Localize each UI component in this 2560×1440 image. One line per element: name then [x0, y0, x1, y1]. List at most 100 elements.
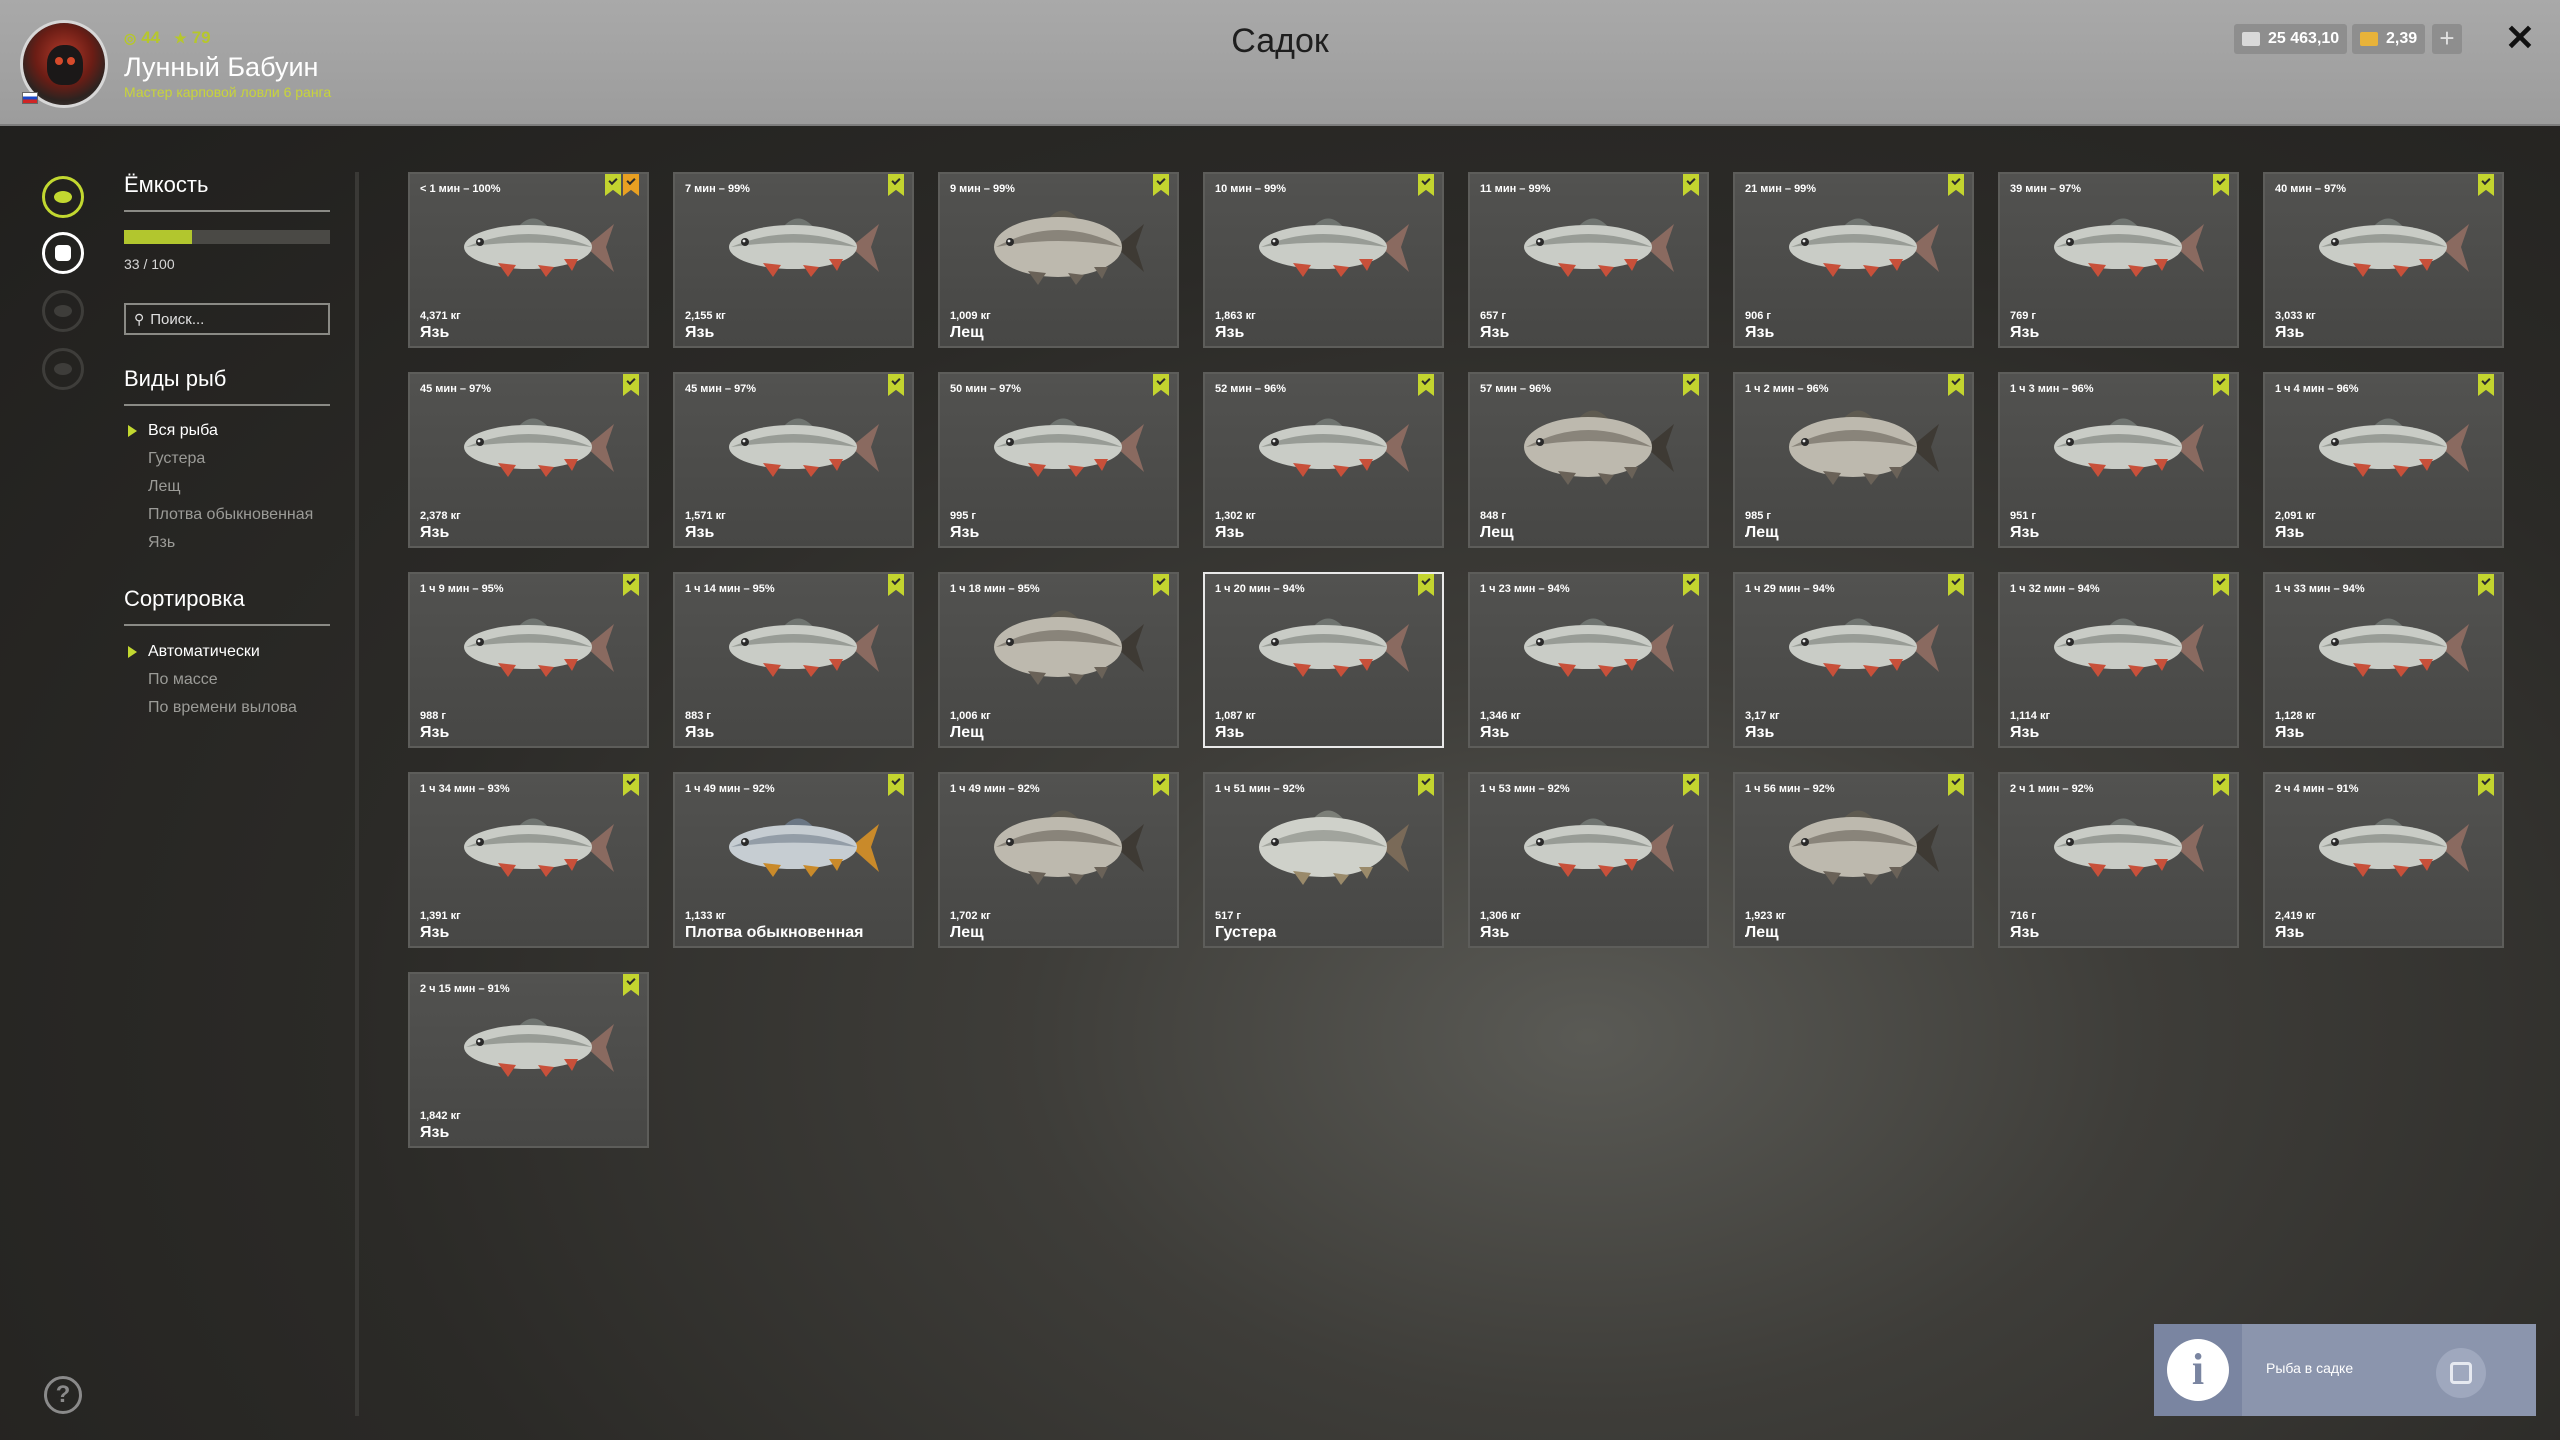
keep-flag-icon[interactable]	[1153, 774, 1169, 796]
fish-card[interactable]: 1 ч 23 мин – 94% 1,346 кг Язь	[1468, 572, 1709, 748]
keep-flag-icon[interactable]	[2478, 574, 2494, 596]
fish-card[interactable]: 39 мин – 97% 769 г Язь	[1998, 172, 2239, 348]
catch-time: 1 ч 2 мин – 96%	[1745, 383, 1829, 395]
fish-card[interactable]: 10 мин – 99% 1,863 кг Язь	[1203, 172, 1444, 348]
keep-flag-icon[interactable]	[623, 774, 639, 796]
keep-flag-icon[interactable]	[1418, 574, 1434, 596]
keep-flag-icon[interactable]	[1683, 574, 1699, 596]
fish-card[interactable]: 1 ч 14 мин – 95% 883 г Язь	[673, 572, 914, 748]
fish-card[interactable]: 1 ч 2 мин – 96% 985 г Лещ	[1733, 372, 1974, 548]
fish-image	[729, 218, 879, 277]
capacity-count: 33 / 100	[124, 256, 175, 272]
species-filter-gustera[interactable]: Густера	[128, 445, 313, 473]
fish-card[interactable]: 2 ч 15 мин – 91% 1,842 кг Язь	[408, 972, 649, 1148]
keep-flag-icon[interactable]	[2478, 174, 2494, 196]
fish-card[interactable]: 1 ч 18 мин – 95% 1,006 кг Лещ	[938, 572, 1179, 748]
keep-flag-icon[interactable]	[2213, 374, 2229, 396]
keep-flag-icon[interactable]	[1418, 774, 1434, 796]
fish-card[interactable]: 1 ч 51 мин – 92% 517 г Густера	[1203, 772, 1444, 948]
trophy-flag-icon[interactable]	[623, 174, 639, 196]
fish-species: Язь	[2010, 724, 2040, 741]
keep-flag-icon[interactable]	[1418, 174, 1434, 196]
page-title: Садок	[1231, 22, 1329, 60]
species-filter-all[interactable]: Вся рыба	[128, 417, 313, 445]
fish-weight: 906 г	[1745, 310, 1771, 322]
species-filter-yaz[interactable]: Язь	[128, 529, 313, 557]
fish-card[interactable]: 1 ч 49 мин – 92% 1,133 кг Плотва обыкнов…	[673, 772, 914, 948]
keep-flag-icon[interactable]	[888, 174, 904, 196]
fish-card[interactable]: 45 мин – 97% 1,571 кг Язь	[673, 372, 914, 548]
fish-card[interactable]: 1 ч 56 мин – 92% 1,923 кг Лещ	[1733, 772, 1974, 948]
keep-flag-icon[interactable]	[1153, 574, 1169, 596]
fish-species: Язь	[420, 324, 450, 341]
fish-card[interactable]: 50 мин – 97% 995 г Язь	[938, 372, 1179, 548]
keep-flag-icon[interactable]	[1948, 374, 1964, 396]
fish-card[interactable]: 40 мин – 97% 3,033 кг Язь	[2263, 172, 2504, 348]
keep-flag-icon[interactable]	[2213, 574, 2229, 596]
keep-flag-icon[interactable]	[888, 574, 904, 596]
keep-flag-icon[interactable]	[2213, 174, 2229, 196]
notification[interactable]: i Рыба в садке	[2154, 1324, 2536, 1416]
fish-card[interactable]: 1 ч 9 мин – 95% 988 г Язь	[408, 572, 649, 748]
fish-card[interactable]: < 1 мин – 100% 4,371 кг Язь	[408, 172, 649, 348]
search-input[interactable]	[150, 310, 321, 328]
add-gold-button[interactable]: +	[2432, 24, 2462, 54]
fish-weight: 995 г	[950, 510, 976, 522]
sort-by-weight[interactable]: По массе	[128, 666, 297, 694]
fish-card[interactable]: 1 ч 32 мин – 94% 1,114 кг Язь	[1998, 572, 2239, 748]
fish-card[interactable]: 1 ч 3 мин – 96% 951 г Язь	[1998, 372, 2239, 548]
keep-flag-icon[interactable]	[2478, 774, 2494, 796]
fish-card[interactable]: 1 ч 33 мин – 94% 1,128 кг Язь	[2263, 572, 2504, 748]
keepnet-tab-icon[interactable]	[42, 232, 84, 274]
home-tab-icon[interactable]	[42, 348, 84, 390]
keep-flag-icon[interactable]	[1683, 774, 1699, 796]
species-filter-leshch[interactable]: Лещ	[128, 473, 313, 501]
keep-flag-icon[interactable]	[888, 374, 904, 396]
sort-by-time[interactable]: По времени вылова	[128, 694, 297, 722]
help-icon[interactable]: ?	[44, 1376, 82, 1414]
fish-card[interactable]: 1 ч 4 мин – 96% 2,091 кг Язь	[2263, 372, 2504, 548]
keep-flag-icon[interactable]	[1948, 174, 1964, 196]
sort-auto[interactable]: Автоматически	[128, 638, 297, 666]
fish-card[interactable]: 1 ч 53 мин – 92% 1,306 кг Язь	[1468, 772, 1709, 948]
fish-tab-icon[interactable]	[42, 176, 84, 218]
keep-flag-icon[interactable]	[2213, 774, 2229, 796]
keep-flag-icon[interactable]	[623, 574, 639, 596]
fish-card[interactable]: 45 мин – 97% 2,378 кг Язь	[408, 372, 649, 548]
catch-time: 1 ч 14 мин – 95%	[685, 583, 775, 595]
keep-flag-icon[interactable]	[1418, 374, 1434, 396]
fish-card[interactable]: 1 ч 29 мин – 94% 3,17 кг Язь	[1733, 572, 1974, 748]
fish-card[interactable]: 1 ч 49 мин – 92% 1,702 кг Лещ	[938, 772, 1179, 948]
fish-card[interactable]: 57 мин – 96% 848 г Лещ	[1468, 372, 1709, 548]
keep-flag-icon[interactable]	[1153, 374, 1169, 396]
keep-flag-icon[interactable]	[1683, 174, 1699, 196]
fish-species: Язь	[1215, 324, 1245, 341]
fish-card[interactable]: 21 мин – 99% 906 г Язь	[1733, 172, 1974, 348]
keep-flag-icon[interactable]	[1948, 574, 1964, 596]
fish-card[interactable]: 1 ч 34 мин – 93% 1,391 кг Язь	[408, 772, 649, 948]
fish-species: Лещ	[950, 324, 984, 341]
keep-flag-icon[interactable]	[1153, 174, 1169, 196]
species-rule	[124, 404, 330, 406]
fish-card[interactable]: 9 мин – 99% 1,009 кг Лещ	[938, 172, 1179, 348]
fish-card[interactable]: 2 ч 1 мин – 92% 716 г Язь	[1998, 772, 2239, 948]
keep-flag-icon[interactable]	[623, 374, 639, 396]
species-filter-plotva[interactable]: Плотва обыкновенная	[128, 501, 313, 529]
fish-card[interactable]: 52 мин – 96% 1,302 кг Язь	[1203, 372, 1444, 548]
fish-card[interactable]: 11 мин – 99% 657 г Язь	[1468, 172, 1709, 348]
search-box[interactable]: ⚲	[124, 303, 330, 335]
fish-image	[464, 618, 614, 677]
keep-flag-icon[interactable]	[605, 174, 621, 196]
catch-time: 1 ч 56 мин – 92%	[1745, 783, 1835, 795]
keep-flag-icon[interactable]	[623, 974, 639, 996]
fish-card[interactable]: 7 мин – 99% 2,155 кг Язь	[673, 172, 914, 348]
keep-flag-icon[interactable]	[1683, 374, 1699, 396]
keep-flag-icon[interactable]	[1948, 774, 1964, 796]
fish-card[interactable]: 1 ч 20 мин – 94% 1,087 кг Язь	[1203, 572, 1444, 748]
keep-flag-icon[interactable]	[888, 774, 904, 796]
close-button[interactable]: ✕	[2500, 18, 2540, 58]
keep-flag-icon[interactable]	[2478, 374, 2494, 396]
fish-card[interactable]: 2 ч 4 мин – 91% 2,419 кг Язь	[2263, 772, 2504, 948]
fish-species: Лещ	[950, 724, 984, 741]
boat-tab-icon[interactable]	[42, 290, 84, 332]
